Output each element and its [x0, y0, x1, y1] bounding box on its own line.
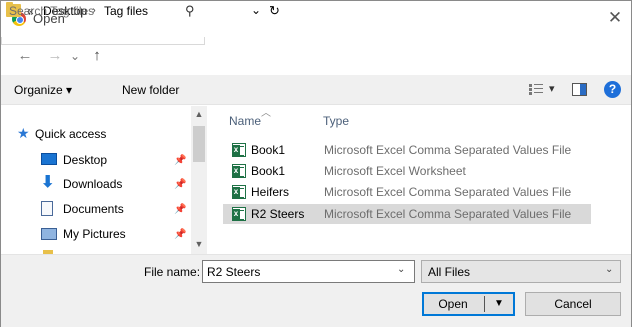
file-name-input[interactable]: R2 Steers: [207, 265, 260, 279]
file-name-label: File name:: [144, 265, 201, 279]
view-options-button[interactable]: ▾: [529, 82, 559, 98]
sidebar-item-my-pictures[interactable]: My Pictures: [41, 224, 126, 244]
view-caret: ▾: [549, 83, 555, 95]
file-type-filter-value: All Files: [428, 265, 471, 279]
breadcrumb-tag-files[interactable]: Tag files: [104, 4, 148, 18]
desktop-icon: [41, 153, 57, 165]
split-divider: [484, 296, 485, 312]
sidebar-item-quick-access[interactable]: ★ Quick access: [17, 124, 106, 144]
file-name: Book1: [251, 164, 286, 178]
documents-icon: [41, 201, 53, 216]
file-type: Microsoft Excel Comma Separated Values F…: [324, 207, 572, 221]
view-list-icon: [529, 84, 543, 95]
scroll-up-button[interactable]: ▲: [191, 106, 207, 122]
back-button[interactable]: ←: [15, 46, 35, 66]
column-header-type[interactable]: Type: [323, 114, 349, 128]
scroll-thumb[interactable]: [193, 126, 205, 162]
pin-icon: 📌: [174, 179, 187, 190]
file-row[interactable]: Book1 Microsoft Excel Comma Separated Va…: [223, 140, 591, 160]
refresh-button[interactable]: ↻: [269, 3, 280, 19]
pin-icon: 📌: [174, 204, 187, 215]
sidebar-item-downloads[interactable]: ⬇ Downloads: [41, 174, 122, 194]
close-button[interactable]: ✕: [603, 7, 627, 29]
open-options-arrow-icon[interactable]: ▼: [489, 293, 509, 315]
file-row-selected[interactable]: R2 Steers Microsoft Excel Comma Separate…: [223, 204, 591, 224]
up-button[interactable]: ↑: [87, 46, 107, 66]
file-type: Microsoft Excel Comma Separated Values F…: [324, 143, 572, 157]
preview-pane-icon: [580, 84, 586, 95]
excel-csv-icon: [232, 207, 246, 221]
excel-csv-icon: [232, 143, 246, 157]
pin-icon: 📌: [174, 155, 187, 166]
open-button-label: Open: [438, 297, 468, 311]
excel-csv-icon: [232, 185, 246, 199]
sort-indicator-icon: ︿: [261, 108, 271, 119]
file-name: Book1: [251, 143, 286, 157]
recent-locations-button[interactable]: ⌄: [65, 46, 85, 66]
excel-workbook-icon: [232, 164, 246, 178]
file-row[interactable]: Book1 Microsoft Excel Worksheet: [223, 161, 591, 181]
pictures-icon: [41, 228, 57, 240]
new-folder-button[interactable]: New folder: [122, 83, 179, 97]
file-type: Microsoft Excel Worksheet: [324, 164, 466, 178]
file-type: Microsoft Excel Comma Separated Values F…: [324, 185, 572, 199]
file-name-dropdown-icon[interactable]: ⌄: [397, 264, 405, 275]
address-dropdown-button[interactable]: ⌄: [251, 3, 261, 17]
search-input[interactable]: Search Tag files: [9, 4, 94, 18]
scroll-down-button[interactable]: ▼: [191, 236, 207, 252]
cancel-button[interactable]: Cancel: [525, 292, 621, 316]
navigation-pane-scrollbar[interactable]: ▲ ▼: [191, 106, 207, 254]
file-row[interactable]: Heifers Microsoft Excel Comma Separated …: [223, 182, 591, 202]
pin-icon: 📌: [174, 229, 187, 240]
sidebar-item-desktop[interactable]: Desktop: [41, 150, 107, 170]
file-name: R2 Steers: [251, 207, 305, 221]
open-dialog: Open ✕ ← → ⌄ ↑ « Desktop › Tag files ⌄ ↻…: [0, 0, 632, 327]
organize-button[interactable]: Organize ▾: [14, 83, 72, 97]
help-button[interactable]: ?: [604, 81, 621, 98]
preview-pane-button[interactable]: [572, 83, 587, 96]
forward-button[interactable]: →: [45, 46, 65, 66]
search-icon[interactable]: ⚲: [185, 3, 199, 19]
download-icon: ⬇: [41, 174, 55, 191]
open-button[interactable]: Open ▼: [422, 292, 515, 316]
chevron-down-icon: ⌄: [605, 264, 614, 275]
star-icon: ★: [17, 125, 30, 141]
file-type-filter-select[interactable]: All Files ⌄: [421, 260, 621, 283]
column-header-name[interactable]: Name: [229, 114, 261, 128]
sidebar-item-documents[interactable]: Documents: [41, 199, 124, 219]
file-name: Heifers: [251, 185, 290, 199]
file-name-combobox[interactable]: R2 Steers ⌄: [202, 260, 415, 283]
